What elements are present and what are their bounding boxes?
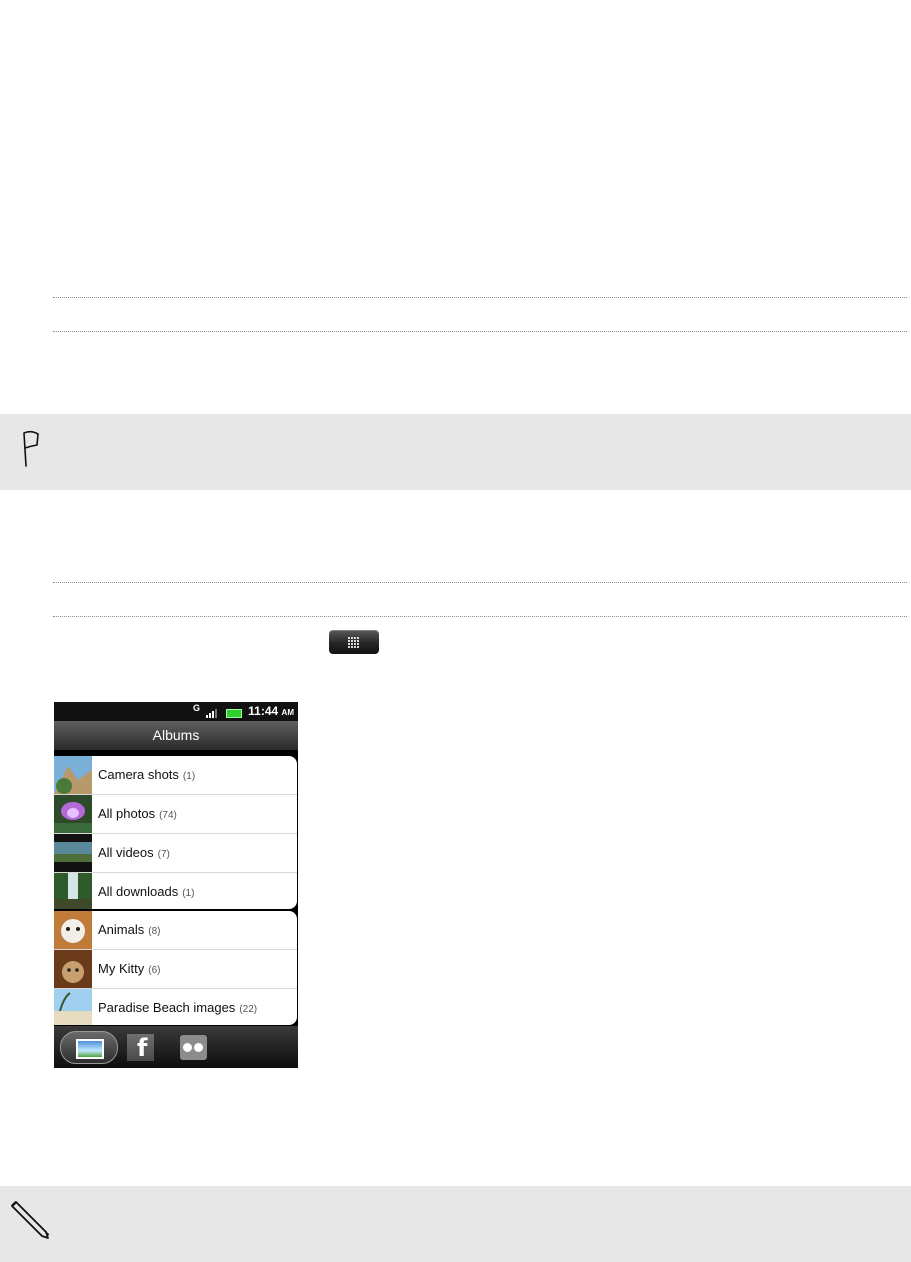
status-time: 11:44 AM [248,704,294,718]
facebook-tab-icon[interactable]: f [127,1034,154,1062]
source-tab-bar: f [54,1026,298,1068]
grid-menu-icon [329,630,379,654]
album-thumbnail [54,795,92,833]
album-item[interactable]: All photos (74) [54,795,297,834]
status-bar: G 11:44 AM [54,702,298,721]
album-item[interactable]: Camera shots (1) [54,756,297,795]
album-item[interactable]: My Kitty (6) [54,950,297,989]
album-item[interactable]: Animals (8) [54,911,297,950]
album-thumbnail [54,950,92,988]
albums-title: Albums [54,721,298,750]
album-item[interactable]: All downloads (1) [54,873,297,909]
album-item[interactable]: All videos (7) [54,834,297,873]
callout-band-note [0,1186,911,1262]
flag-icon [23,430,39,467]
album-thumbnail [54,989,92,1025]
album-thumbnail [54,834,92,872]
gallery-tab-icon[interactable] [60,1031,118,1064]
album-thumbnail [54,756,92,794]
section-rule-top-2 [53,582,907,583]
album-item[interactable]: Paradise Beach images (22) [54,989,297,1025]
battery-icon [226,709,242,718]
albums-group-custom: Animals (8) My Kitty (6) Paradise Beach im… [54,911,297,1025]
callout-band-important [0,414,911,490]
album-thumbnail [54,873,92,909]
section-rule-top-1 [53,297,907,298]
section-rule-bottom-1 [53,331,907,332]
network-indicator: G [193,703,201,713]
section-rule-bottom-2 [53,616,907,617]
flickr-tab-icon[interactable] [180,1035,207,1060]
pencil-icon [11,1201,50,1239]
albums-screenshot: G 11:44 AM Albums Camera shots (1) All ph… [54,702,298,1068]
signal-icon [206,709,217,718]
album-thumbnail [54,911,92,949]
albums-group-default: Camera shots (1) All photos (74) All video… [54,756,297,909]
